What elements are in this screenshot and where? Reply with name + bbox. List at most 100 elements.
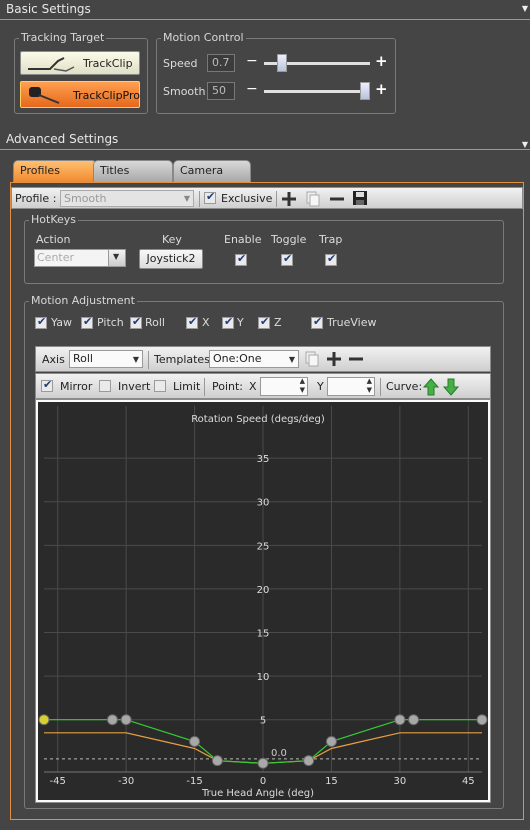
speed-plus-button[interactable]: + (375, 52, 388, 70)
tab-profiles[interactable]: Profiles (13, 160, 97, 182)
curve-plot[interactable]: 5 10 15 20 25 30 35 -45 -30 -15 0 15 30 45 Rotation Sp… (38, 402, 488, 800)
y-label: Y (237, 316, 244, 329)
curve-toolbar: Mirror Invert Limit Point: X ▲ ▼ Y ▲ ▼ C… (35, 373, 491, 399)
remove-template-icon[interactable] (348, 351, 364, 367)
x-tick-label: 0 (260, 776, 266, 787)
separator (380, 378, 381, 396)
motion-control-group (156, 38, 396, 114)
copy-icon[interactable] (305, 191, 321, 207)
divider (0, 19, 530, 20)
profile-select[interactable]: Smooth ▼ (60, 190, 194, 207)
x-tick-label: -30 (118, 776, 134, 787)
col-toggle: Toggle (271, 233, 307, 246)
speed-value-field[interactable]: 0.7 (207, 54, 235, 72)
x-axis-label: True Head Angle (deg) (201, 788, 314, 799)
point-y-spinner[interactable]: ▲ ▼ (327, 377, 375, 396)
invert-label: Invert (118, 380, 151, 393)
motion-control-title: Motion Control (161, 31, 246, 44)
trackclippro-label: TrackClipPro (73, 89, 141, 102)
y-tick-label: 25 (257, 541, 270, 552)
limit-checkbox[interactable] (154, 380, 166, 392)
smooth-minus-button[interactable]: − (246, 81, 258, 97)
smooth-slider-thumb[interactable] (360, 82, 370, 100)
x-tick-label: 45 (462, 776, 475, 787)
spin-up-icon[interactable]: ▲ (367, 377, 372, 385)
speed-minus-button[interactable]: − (246, 53, 258, 69)
curve-point-marker (325, 735, 337, 747)
action-dropdown-button[interactable]: ▼ (108, 249, 126, 267)
save-icon[interactable] (352, 190, 368, 206)
templates-select[interactable]: One:One ▼ (209, 350, 299, 368)
advanced-settings-title: Advanced Settings (6, 132, 119, 146)
roll-checkbox[interactable] (130, 315, 142, 329)
x-checkbox[interactable] (186, 315, 198, 329)
add-template-icon[interactable] (326, 351, 342, 367)
tracking-target-title: Tracking Target (19, 31, 107, 44)
curve-down-arrow-icon[interactable] (443, 378, 459, 396)
speed-label: Speed (163, 57, 198, 70)
axis-select[interactable]: Roll ▼ (69, 350, 143, 368)
point-x-spinner[interactable]: ▲ ▼ (260, 377, 308, 396)
spin-down-icon[interactable]: ▼ (367, 386, 372, 394)
advanced-settings-header[interactable]: Advanced Settings ▼ (0, 130, 530, 150)
x-tick-label: 30 (394, 776, 407, 787)
curve-point-marker (189, 735, 201, 747)
chevron-down-icon: ▼ (132, 355, 139, 364)
spin-up-icon[interactable]: ▲ (300, 377, 305, 385)
y-tick-label: 30 (257, 498, 270, 509)
yaw-checkbox[interactable] (35, 315, 47, 329)
trackclippro-icon (29, 87, 60, 104)
point-y-label: Y (317, 380, 324, 393)
y-tick-label: 15 (257, 629, 270, 640)
tab-camera[interactable]: Camera (173, 160, 251, 182)
curve-point-marker (303, 755, 315, 767)
smooth-plus-button[interactable]: + (375, 80, 388, 98)
exclusive-label: Exclusive (221, 192, 273, 205)
y-checkbox[interactable] (222, 315, 234, 329)
collapse-caret-icon[interactable]: ▼ (522, 136, 528, 154)
motion-adjustment-title: Motion Adjustment (29, 294, 137, 307)
curve-point-marker (394, 714, 406, 726)
y-tick-label: 5 (260, 716, 266, 727)
axis-toolbar: Axis Roll ▼ Templates One:One ▼ (35, 346, 491, 372)
z-label: Z (274, 316, 282, 329)
x-tick-label: -45 (50, 776, 66, 787)
trap-checkbox[interactable] (325, 252, 337, 266)
enable-checkbox[interactable] (235, 252, 247, 266)
trueview-label: TrueView (327, 316, 377, 329)
profile-toolbar: Profile : Smooth ▼ Exclusive (11, 187, 523, 209)
trackclippro-button[interactable]: TrackClipPro (20, 81, 140, 108)
toggle-checkbox[interactable] (281, 252, 293, 266)
curve-label: Curve: (386, 380, 423, 393)
collapse-caret-icon[interactable]: ▼ (522, 0, 528, 18)
mirror-checkbox[interactable] (41, 378, 53, 392)
add-profile-icon[interactable] (281, 191, 297, 207)
z-checkbox[interactable] (258, 315, 270, 329)
response-curve-chart[interactable]: 5 10 15 20 25 30 35 -45 -30 -15 0 15 30 45 Rotation Sp… (35, 399, 491, 803)
point-x-label: X (249, 380, 257, 393)
separator (204, 378, 205, 396)
chart-title: Rotation Speed (degs/deg) (191, 414, 325, 425)
axis-label: Axis (42, 353, 65, 366)
invert-checkbox[interactable] (99, 380, 111, 392)
trackclip-button[interactable]: TrackClip (20, 51, 140, 75)
basic-settings-header[interactable]: Basic Settings ▼ (0, 0, 530, 20)
smooth-value-field[interactable]: 50 (207, 82, 235, 100)
separator (199, 191, 200, 207)
speed-slider-thumb[interactable] (277, 54, 288, 72)
spin-down-icon[interactable]: ▼ (300, 386, 305, 394)
tab-titles[interactable]: Titles (93, 160, 173, 182)
key-button[interactable]: Joystick2 (139, 249, 203, 269)
col-enable: Enable (224, 233, 262, 246)
pitch-checkbox[interactable] (81, 315, 93, 329)
divider (0, 149, 530, 150)
smooth-slider-track[interactable] (264, 90, 370, 93)
x-tick-label: -15 (186, 776, 202, 787)
profile-label: Profile : (15, 192, 57, 205)
remove-profile-icon[interactable] (329, 191, 345, 207)
curve-point-marker (476, 714, 488, 726)
trueview-checkbox[interactable] (311, 315, 323, 329)
exclusive-checkbox[interactable] (204, 190, 216, 204)
curve-up-arrow-icon[interactable] (423, 378, 439, 396)
copy-template-icon[interactable] (304, 351, 320, 367)
